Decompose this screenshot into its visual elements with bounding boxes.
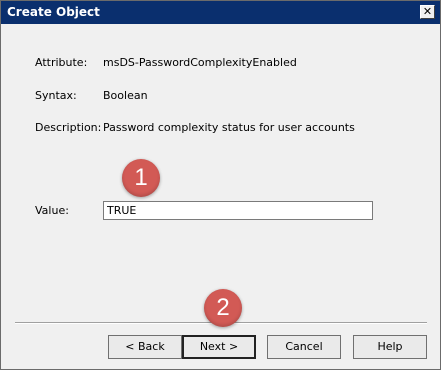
next-button[interactable]: Next > [182,335,256,359]
title-bar: Create Object ✕ [1,1,440,24]
close-icon[interactable]: ✕ [420,5,435,19]
help-button[interactable]: Help [353,335,427,359]
step-2-marker: 2 [204,289,242,327]
attribute-value: msDS-PasswordComplexityEnabled [103,56,297,69]
description-value: Password complexity status for user acco… [103,121,355,134]
value-label: Value: [35,204,69,217]
syntax-value: Boolean [103,89,148,102]
window-title: Create Object [7,5,100,19]
value-input[interactable] [103,201,373,220]
cancel-button[interactable]: Cancel [267,335,341,359]
syntax-label: Syntax: [35,89,77,102]
attribute-label: Attribute: [35,56,88,69]
step-1-marker: 1 [122,159,160,197]
create-object-dialog: Create Object ✕ Attribute: msDS-Password… [0,0,441,370]
back-button[interactable]: < Back [108,335,182,359]
description-label: Description: [35,121,102,134]
